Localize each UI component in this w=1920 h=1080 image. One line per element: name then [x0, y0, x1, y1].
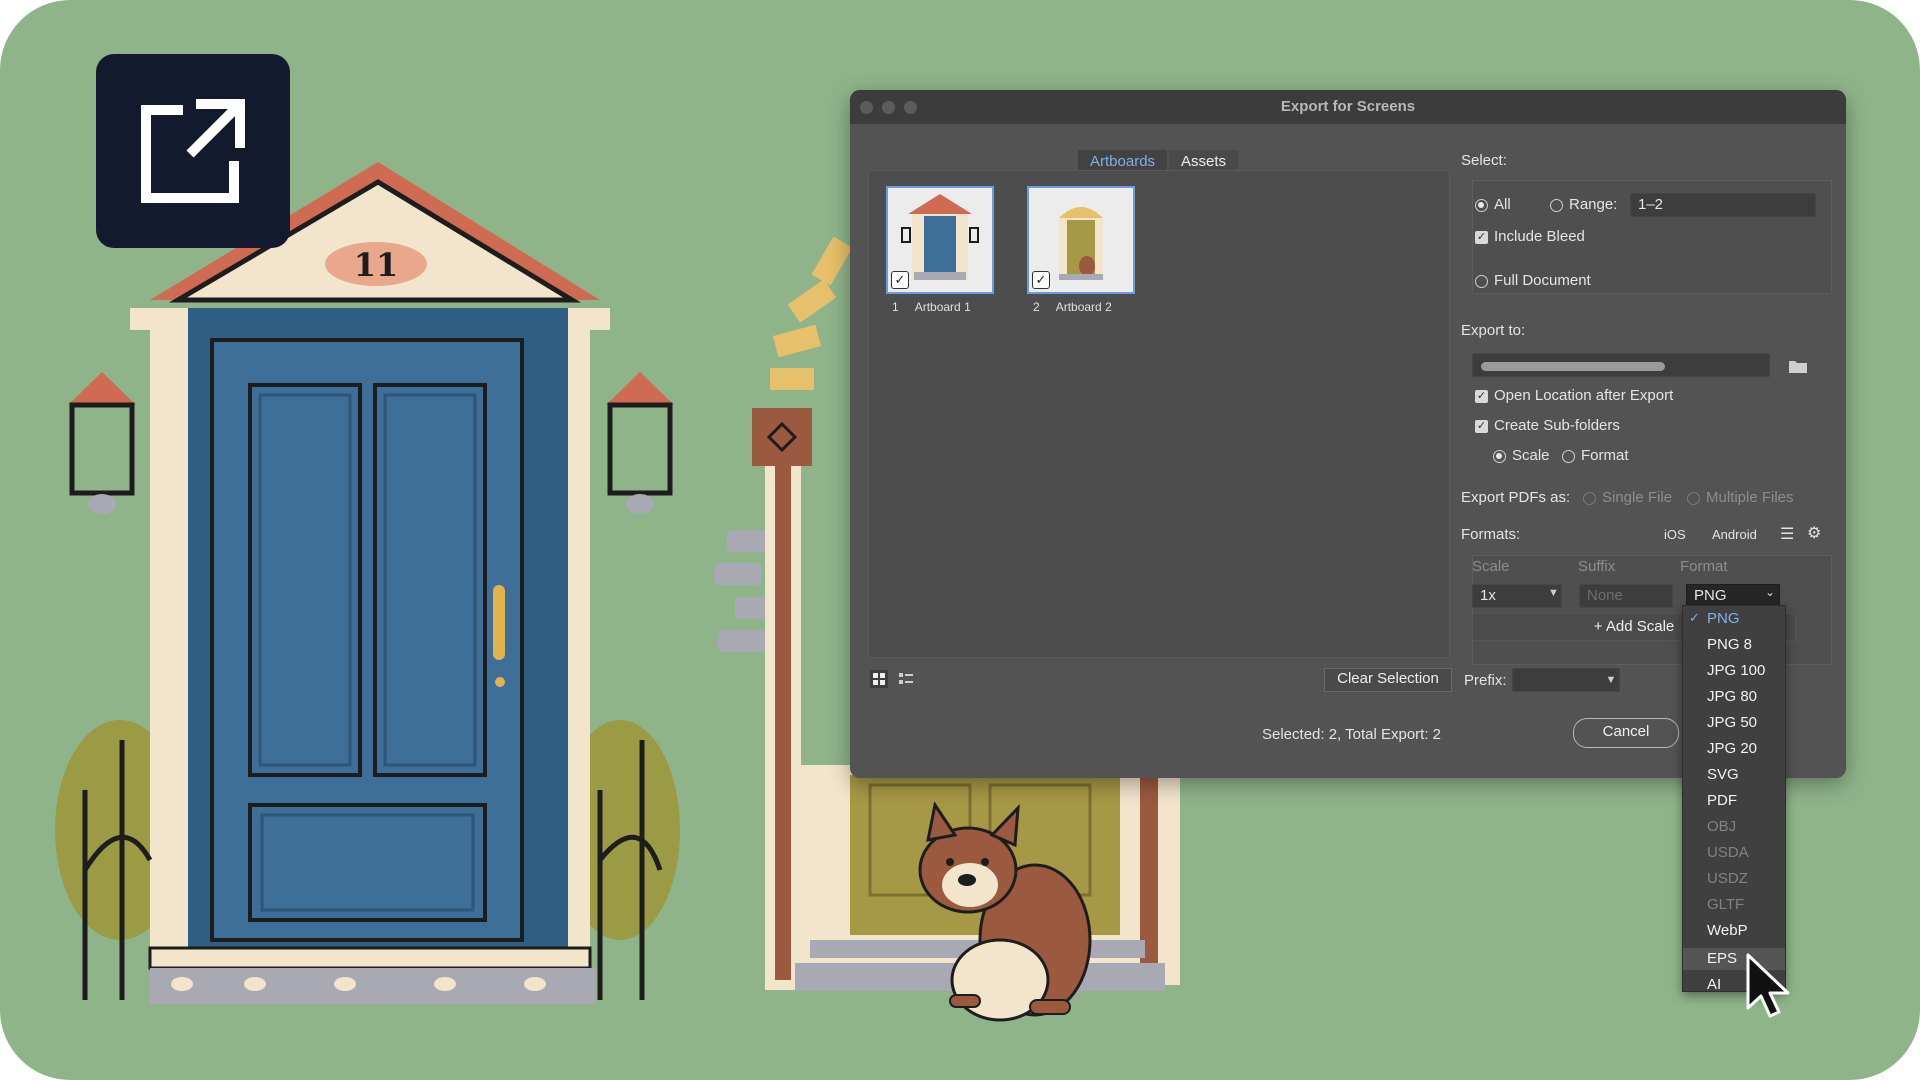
open-location-label: Open Location after Export [1494, 387, 1674, 404]
mouse-cursor-icon [1746, 953, 1790, 1018]
select-label: Select: [1461, 152, 1507, 169]
formats-label: Formats: [1461, 526, 1521, 543]
list-view-icon[interactable] [897, 670, 915, 688]
suffix-input[interactable]: None [1579, 584, 1673, 608]
dropdown-item-usdz: USDZ [1707, 870, 1748, 887]
multiple-files-radio[interactable] [1687, 492, 1700, 505]
dropdown-item-eps[interactable]: EPS [1707, 950, 1737, 967]
range-radio[interactable] [1550, 199, 1563, 212]
range-input[interactable]: 1–2 [1630, 193, 1816, 217]
dropdown-item-jpg100[interactable]: JPG 100 [1707, 662, 1765, 679]
artboard-thumbnail-1[interactable]: ✓ [886, 186, 994, 294]
artboard-thumbnail-2[interactable]: ✓ [1027, 186, 1135, 294]
check-icon: ✓ [1689, 610, 1700, 625]
single-file-label: Single File [1602, 489, 1673, 506]
dropdown-item-pdf[interactable]: PDF [1707, 792, 1737, 809]
create-subfolders-checkbox[interactable]: ✓ [1475, 420, 1488, 433]
prefix-dropdown-icon[interactable]: ▼ [1602, 670, 1620, 690]
all-radio[interactable] [1475, 199, 1488, 212]
export-path-value [1481, 362, 1665, 371]
dropdown-item-png8[interactable]: PNG 8 [1707, 636, 1752, 653]
artboard-1-name: Artboard 1 [914, 300, 971, 314]
gear-icon[interactable]: ⚙ [1807, 523, 1821, 543]
add-scale-label: Add Scale [1605, 618, 1675, 635]
dropdown-item-ai[interactable]: AI [1707, 976, 1721, 993]
app-tile [96, 54, 290, 248]
multiple-files-label: Multiple Files [1706, 489, 1794, 506]
subfolder-scale-radio[interactable] [1493, 450, 1506, 463]
full-document-label: Full Document [1494, 272, 1591, 289]
all-label: All [1494, 196, 1511, 213]
artboard-2-caption: 2 Artboard 2 [1033, 300, 1112, 314]
include-bleed-label: Include Bleed [1494, 228, 1585, 245]
format-dropdown-menu: ✓ PNG PNG 8 JPG 100 JPG 80 JPG 50 JPG 20… [1682, 605, 1786, 993]
android-preset-button[interactable]: Android [1712, 527, 1757, 542]
selection-status: Selected: 2, Total Export: 2 [1262, 726, 1441, 743]
clear-selection-button[interactable]: Clear Selection [1324, 668, 1452, 692]
format-list-icon[interactable]: ☰ [1780, 524, 1794, 544]
screen: 11 Export for Screens Artboards Assets ✓… [0, 0, 1920, 1080]
format-column-header: Format [1680, 558, 1728, 575]
dropdown-item-jpg20[interactable]: JPG 20 [1707, 740, 1757, 757]
prefix-label: Prefix: [1464, 672, 1507, 689]
dropdown-item-jpg80[interactable]: JPG 80 [1707, 688, 1757, 705]
title-bar: Export for Screens [850, 90, 1846, 124]
dropdown-item-gltf: GLTF [1707, 896, 1745, 913]
dropdown-item-usda: USDA [1707, 844, 1749, 861]
range-label: Range: [1569, 196, 1618, 213]
subfolder-format-radio[interactable] [1562, 450, 1575, 463]
subfolder-scale-label: Scale [1512, 447, 1550, 464]
single-file-radio[interactable] [1583, 492, 1596, 505]
dropdown-item-svg[interactable]: SVG [1707, 766, 1739, 783]
suffix-column-header: Suffix [1578, 558, 1616, 575]
cancel-button[interactable]: Cancel [1573, 718, 1679, 748]
chevron-down-icon[interactable]: ⌄ [1765, 585, 1775, 599]
artboard-1-number: 1 [892, 300, 899, 314]
dropdown-item-webp[interactable]: WebP [1707, 922, 1748, 939]
dropdown-item-jpg50[interactable]: JPG 50 [1707, 714, 1757, 731]
export-path-field[interactable] [1472, 353, 1770, 377]
dropdown-item-obj: OBJ [1707, 818, 1737, 835]
artboard-2-number: 2 [1033, 300, 1040, 314]
ios-preset-button[interactable]: iOS [1664, 527, 1686, 542]
artboard-2-checkbox[interactable]: ✓ [1032, 271, 1050, 289]
folder-icon[interactable] [1788, 358, 1808, 374]
artboard-1-caption: 1 Artboard 1 [892, 300, 971, 314]
dropdown-item-png[interactable]: PNG [1707, 610, 1740, 627]
include-bleed-checkbox[interactable]: ✓ [1475, 231, 1488, 244]
export-pdfs-label: Export PDFs as: [1461, 489, 1571, 506]
artboard-2-name: Artboard 2 [1055, 300, 1112, 314]
house-number: 11 [354, 246, 399, 284]
subfolder-format-label: Format [1581, 447, 1629, 464]
export-icon [141, 99, 245, 203]
artboard-1-checkbox[interactable]: ✓ [891, 271, 909, 289]
scale-column-header: Scale [1472, 558, 1510, 575]
grid-view-icon[interactable] [870, 670, 888, 688]
create-subfolders-label: Create Sub-folders [1494, 417, 1620, 434]
full-document-radio[interactable] [1475, 275, 1488, 288]
export-to-label: Export to: [1461, 322, 1526, 339]
dialog-title: Export for Screens [1280, 98, 1416, 115]
open-location-checkbox[interactable]: ✓ [1475, 390, 1488, 403]
scale-dropdown-icon[interactable]: ▼ [1548, 587, 1559, 599]
